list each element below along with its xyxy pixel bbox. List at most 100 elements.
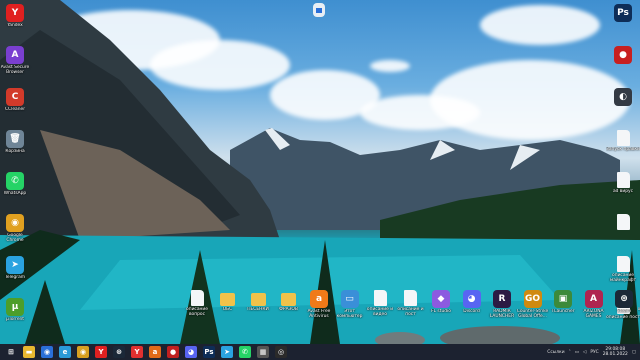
desktop-icon[interactable]: ПЕСЕНКИ: [243, 290, 273, 312]
desktop-icon-label: описание и видео: [366, 307, 394, 317]
desktop-icon[interactable]: ▣ TLauncher: [548, 290, 578, 314]
start-icon[interactable]: ⊞: [5, 346, 17, 358]
desktop-icon[interactable]: A Avast Secure Browser: [0, 46, 32, 75]
desktop-icon-label: ad вирус: [612, 189, 634, 194]
computer-icon: ▭: [340, 290, 359, 308]
desktop-icon[interactable]: ◐: [606, 88, 640, 107]
app-dark-icon: ◐: [614, 88, 632, 106]
desktop-icon-label: CCleaner: [4, 107, 26, 112]
desktop-icon-label: FL studio: [431, 309, 451, 314]
desktop-icon[interactable]: Y Yandex: [0, 4, 32, 28]
desktop-icon-label: описание пост: [606, 315, 640, 320]
desktop-icon-label: описание и пост: [397, 307, 424, 317]
app-icon[interactable]: ▦: [257, 346, 269, 358]
file-icon: [313, 3, 325, 17]
system-tray: Ссылки ˄ ▭ ◁ РУС 29:08:08 28.01.2022 ▢: [547, 344, 636, 360]
document-icon: [616, 130, 630, 146]
tlauncher-icon: ▣: [554, 290, 572, 308]
desktop-icon[interactable]: C CCleaner: [0, 88, 32, 112]
yandex-icon[interactable]: Y: [95, 346, 107, 358]
desktop-icon[interactable]: ◆ FL studio: [426, 290, 456, 314]
folder-icon: [281, 293, 296, 306]
desktop-icon[interactable]: описание и пост: [396, 290, 426, 317]
notifications-icon[interactable]: ▢: [632, 350, 636, 355]
desktop-icon-label: Discord: [463, 309, 480, 314]
desktop-icon[interactable]: описание и видео: [365, 290, 395, 317]
desktop-icon[interactable]: ✆ WhatsApp: [0, 172, 32, 196]
fl-studio-icon: ◆: [432, 290, 450, 308]
desktop-icon[interactable]: 🗑 Корзина: [0, 130, 32, 154]
desktop-icon-label: Yandex: [7, 23, 23, 28]
steam-icon[interactable]: ⊛: [113, 346, 125, 358]
desktop-icon[interactable]: Запуск правки: [606, 130, 640, 152]
desktop-icon[interactable]: Ps: [606, 4, 640, 23]
folder-icon: [250, 293, 266, 306]
desktop-icon[interactable]: ОБС: [213, 290, 243, 312]
network-icon[interactable]: ▭: [575, 350, 579, 355]
telegram-icon: ➤: [6, 256, 24, 274]
discord-icon[interactable]: ◕: [185, 346, 197, 358]
desktop-icon-label: Запуск правки: [606, 147, 640, 152]
file-explorer-icon[interactable]: ▬: [23, 346, 35, 358]
whatsapp-icon[interactable]: ✆: [239, 346, 251, 358]
desktop-icon-label: TLauncher: [551, 309, 575, 314]
document-icon: [616, 214, 630, 230]
yandex-browser-icon[interactable]: Y: [131, 346, 143, 358]
links-toolbar[interactable]: Ссылки: [547, 350, 564, 355]
steam-icon: ⊛: [615, 290, 633, 308]
desktop-icon[interactable]: GO Counter-Strike Global Offe...: [517, 290, 548, 319]
telegram-icon[interactable]: ➤: [221, 346, 233, 358]
yandex-icon: Y: [6, 4, 24, 22]
desktop-icon-label: Telegram: [4, 275, 26, 280]
desktop-icon-label: ОБС: [222, 307, 233, 312]
photoshop-icon: Ps: [614, 4, 632, 22]
chrome-icon: ◉: [6, 214, 24, 232]
arizona-icon: A: [584, 290, 603, 308]
desktop-icon[interactable]: R RADMIR LAUNCHER: [487, 290, 517, 319]
desktop-icon-label: Корзина: [5, 149, 25, 154]
clock[interactable]: 29:08:08 28.01.2022: [603, 347, 628, 357]
volume-icon[interactable]: ◁: [583, 350, 586, 355]
whatsapp-icon: ✆: [6, 172, 24, 190]
desktop-icon[interactable]: описание вопрос: [182, 290, 212, 317]
app-red-icon: ●: [614, 46, 632, 64]
desktop-icon[interactable]: ◕ Discord: [457, 290, 487, 314]
desktop-icon-label: µTorrent: [5, 317, 25, 322]
ccleaner-icon: C: [6, 88, 24, 106]
chrome-icon[interactable]: ◉: [77, 346, 89, 358]
desktop-icon[interactable]: описание майнкрафт: [606, 256, 640, 283]
desktop-icon[interactable]: ●: [606, 46, 640, 65]
desktop-icon[interactable]: [606, 214, 640, 231]
photoshop-icon[interactable]: Ps: [203, 346, 215, 358]
document-icon: [616, 256, 630, 272]
desktop-icon[interactable]: ◉ Google Chrome: [0, 214, 32, 243]
desktop-icon-label: WhatsApp: [3, 191, 27, 196]
avast-icon[interactable]: a: [149, 346, 161, 358]
clock-date: 28.01.2022: [602, 352, 628, 357]
taskbar-app-icon[interactable]: ◉: [41, 346, 53, 358]
desktop-icon-label: Google Chrome: [6, 233, 24, 243]
desktop-icon-top-file[interactable]: [302, 3, 336, 18]
desktop-icon[interactable]: ▭ Этот компьютер: [335, 290, 365, 319]
document-icon: [404, 290, 417, 306]
avast-icon: a: [310, 290, 328, 308]
desktop-icon[interactable]: ФРАЗОВ: [274, 290, 304, 312]
desktop-icon-label: Avast Secure Browser: [0, 65, 30, 75]
desktop-icon[interactable]: A ARIZONA GAMES: [579, 290, 609, 319]
recycle-bin-icon: 🗑: [6, 130, 24, 148]
app-red-icon[interactable]: ●: [167, 346, 179, 358]
desktop-icon[interactable]: ad вирус: [606, 172, 640, 194]
tray-chevron-icon[interactable]: ˄: [569, 350, 571, 355]
desktop-icon[interactable]: µ µTorrent: [0, 298, 32, 322]
desktop-icon[interactable]: ➤ Telegram: [0, 256, 32, 280]
app-icon-2[interactable]: ◎: [275, 346, 287, 358]
language-indicator[interactable]: РУС: [590, 350, 598, 355]
desktop-icon[interactable]: ⊛ Steam: [609, 290, 639, 314]
avast-browser-icon: A: [6, 46, 24, 64]
radmir-icon: R: [493, 290, 511, 308]
discord-icon: ◕: [462, 290, 481, 308]
edge-icon[interactable]: e: [59, 346, 71, 358]
desktop-icon-label: описание майнкрафт: [609, 273, 637, 283]
desktop-icon[interactable]: a Avast Free Antivirus: [304, 290, 334, 319]
desktop-icon-label: описание вопрос: [186, 307, 208, 317]
